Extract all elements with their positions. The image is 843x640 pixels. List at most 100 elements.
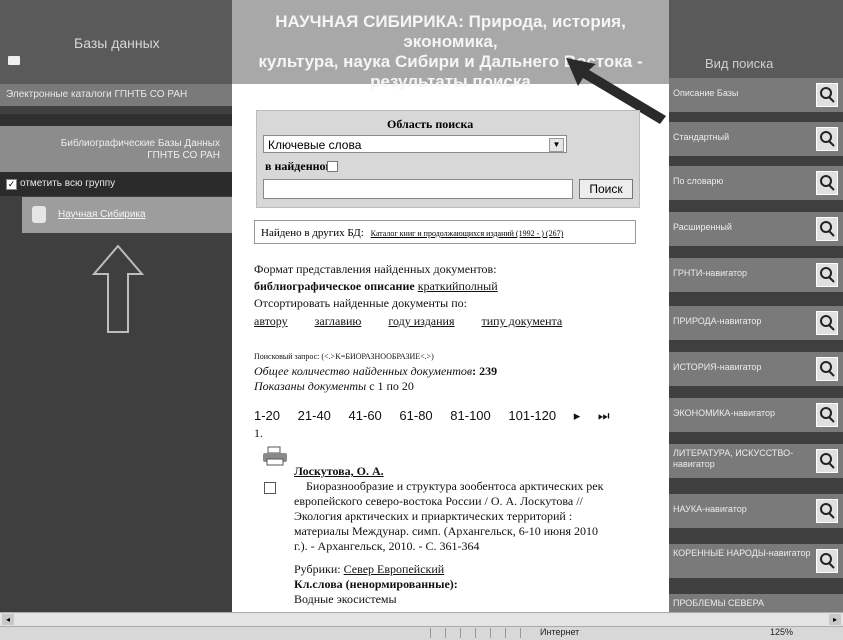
search-type-label: ГРНТИ-навигатор	[673, 268, 748, 278]
select-group-label: отметить всю группу	[20, 178, 116, 189]
magnifier-icon[interactable]	[816, 449, 838, 473]
search-type-advanced[interactable]: Расширенный	[669, 212, 843, 246]
record-desc-4: материалы Междунар. симп. (Архангельск, …	[294, 524, 599, 538]
sort-by-title[interactable]: заглавию	[315, 314, 362, 328]
page-link-2[interactable]: 21-40	[298, 408, 331, 423]
search-type-description[interactable]: Описание Базы	[669, 78, 843, 112]
db-item-nauchnaya-sibirika[interactable]: Научная Сибирика	[22, 197, 232, 233]
search-type-label: Расширенный	[673, 222, 732, 232]
database-icon	[32, 206, 46, 223]
right-panel: Вид поиска Описание Базы Стандартный По …	[669, 0, 843, 612]
page-link-1[interactable]: 1-20	[254, 408, 280, 423]
record-number: 1.	[254, 426, 263, 440]
format-short-link[interactable]: краткий	[418, 279, 459, 293]
bibl-line-2: ГПНТБ СО РАН	[147, 150, 220, 161]
search-type-grnti[interactable]: ГРНТИ-навигатор	[669, 258, 843, 292]
next-page-icon[interactable]: ▸	[574, 408, 581, 423]
format-full-link[interactable]: полный	[458, 279, 497, 293]
found-in-other-db: Найдено в других БД: Каталог книг и прод…	[254, 220, 636, 244]
magnifier-icon[interactable]	[816, 403, 838, 427]
db-item-label[interactable]: Научная Сибирика	[58, 209, 146, 220]
shown-range: с 1 по 20	[369, 379, 414, 393]
page-link-3[interactable]: 41-60	[349, 408, 382, 423]
last-page-icon[interactable]: ⏭	[598, 408, 610, 423]
magnifier-icon[interactable]	[816, 549, 838, 573]
record-desc-3: Экология арктических и приарктических те…	[294, 509, 573, 523]
search-type-label: НАУКА-навигатор	[673, 504, 747, 514]
bibl-line-1: Библиографические Базы Данных	[60, 138, 220, 149]
chevron-down-icon[interactable]: ▼	[549, 138, 564, 152]
search-type-header: Вид поиска	[669, 0, 843, 78]
status-cells	[430, 628, 535, 640]
sort-by-doctype[interactable]: типу документа	[482, 314, 563, 328]
results-summary: Поисковый запрос: (<.>K=БИОРАЗНООБРАЗИЕ<…	[254, 352, 497, 394]
search-type-standard[interactable]: Стандартный	[669, 122, 843, 156]
bibliographic-databases-link[interactable]: Библиографические Базы Данных ГПНТБ СО Р…	[0, 126, 232, 172]
status-bar: Интернет 125%	[0, 626, 843, 640]
search-type-literature[interactable]: ЛИТЕРАТУРА, ИСКУССТВО-навигатор	[669, 444, 843, 478]
select-group-row[interactable]: ✓ отметить всю группу	[0, 172, 232, 196]
page-link-6[interactable]: 101-120	[508, 408, 556, 423]
divider	[0, 114, 232, 126]
magnifier-icon[interactable]	[816, 83, 838, 107]
record-desc-2: европейского северо-востока России / О. …	[294, 494, 583, 508]
keywords-label: Кл.слова (ненормированные):	[294, 577, 458, 591]
query-text: Поисковый запрос: (<.>K=БИОРАЗНООБРАЗИЕ<…	[254, 352, 434, 361]
search-type-label: ЭКОНОМИКА-навигатор	[673, 408, 776, 418]
search-field-select[interactable]: Ключевые слова ▼	[263, 135, 567, 153]
search-area-box: Область поиска Ключевые слова ▼ в найден…	[256, 110, 640, 208]
up-arrow-annotation	[91, 244, 145, 333]
total-label: Общее количество найденных документов	[254, 364, 473, 378]
pagination: 1-20 21-40 41-60 61-80 81-100 101-120 ▸ …	[254, 408, 624, 424]
search-field-value: Ключевые слова	[268, 138, 362, 152]
magnifier-icon[interactable]	[816, 499, 838, 523]
rubric-link[interactable]: Север Европейский	[344, 562, 445, 576]
record-desc-1: Биоразнообразие и структура зообентоса а…	[306, 479, 604, 493]
page-link-4[interactable]: 61-80	[399, 408, 432, 423]
magnifier-icon[interactable]	[816, 171, 838, 195]
format-section: Формат представления найденных документо…	[254, 262, 586, 329]
zoom-level[interactable]: 125%	[770, 627, 793, 637]
record-desc-5: г.). - Архангельск, 2010. - С. 361-364	[294, 539, 480, 553]
page-link-5[interactable]: 81-100	[450, 408, 490, 423]
shown-label: Показаны документы	[254, 379, 367, 393]
record-checkbox[interactable]	[264, 482, 276, 494]
select-group-checkbox[interactable]: ✓	[6, 179, 17, 190]
magnifier-icon[interactable]	[816, 127, 838, 151]
scroll-left-icon[interactable]: ◂	[2, 614, 14, 625]
search-type-dictionary[interactable]: По словарю	[669, 166, 843, 200]
in-found-checkbox[interactable]	[327, 161, 338, 172]
found-other-link[interactable]: Каталог книг и продолжающихся изданий (1…	[371, 229, 564, 238]
record-author[interactable]: Лоскутова, О. А.	[294, 464, 603, 479]
search-input[interactable]	[263, 179, 573, 199]
sort-by-year[interactable]: году издания	[388, 314, 454, 328]
search-button[interactable]: Поиск	[579, 179, 633, 199]
format-bold: библиографическое описание	[254, 279, 415, 293]
magnifier-icon[interactable]	[816, 263, 838, 287]
format-title: Формат представления найденных документо…	[254, 262, 497, 276]
search-type-science[interactable]: НАУКА-навигатор	[669, 494, 843, 528]
search-type-history[interactable]: ИСТОРИЯ-навигатор	[669, 352, 843, 386]
printer-icon[interactable]	[262, 446, 288, 466]
folder-icon	[8, 56, 20, 65]
search-type-north[interactable]: ПРОБЛЕМЫ СЕВЕРА	[669, 594, 843, 612]
sort-by-author[interactable]: автору	[254, 314, 288, 328]
databases-header: Базы данных	[0, 0, 232, 84]
catalogs-link[interactable]: Электронные каталоги ГПНТБ СО РАН	[0, 84, 232, 106]
search-type-nature[interactable]: ПРИРОДА-навигатор	[669, 306, 843, 340]
search-type-label: Описание Базы	[673, 88, 739, 98]
keyword-1[interactable]: Водные экосистемы	[294, 592, 603, 607]
search-type-economics[interactable]: ЭКОНОМИКА-навигатор	[669, 398, 843, 432]
magnifier-icon[interactable]	[816, 217, 838, 241]
search-type-indigenous[interactable]: КОРЕННЫЕ НАРОДЫ-навигатор	[669, 544, 843, 578]
horizontal-scrollbar[interactable]: ◂ ▸	[0, 612, 843, 626]
magnifier-icon[interactable]	[816, 311, 838, 335]
sort-label: Отсортировать найденные документы по:	[254, 296, 467, 310]
search-type-label: ИСТОРИЯ-навигатор	[673, 362, 762, 372]
internet-zone: Интернет	[540, 627, 580, 637]
scroll-right-icon[interactable]: ▸	[829, 614, 841, 625]
title-line-1: НАУЧНАЯ СИБИРИКА: Природа, история, экон…	[275, 12, 626, 51]
magnifier-icon[interactable]	[816, 357, 838, 381]
search-type-label: ПРИРОДА-навигатор	[673, 316, 762, 326]
search-type-title: Вид поиска	[705, 56, 774, 71]
